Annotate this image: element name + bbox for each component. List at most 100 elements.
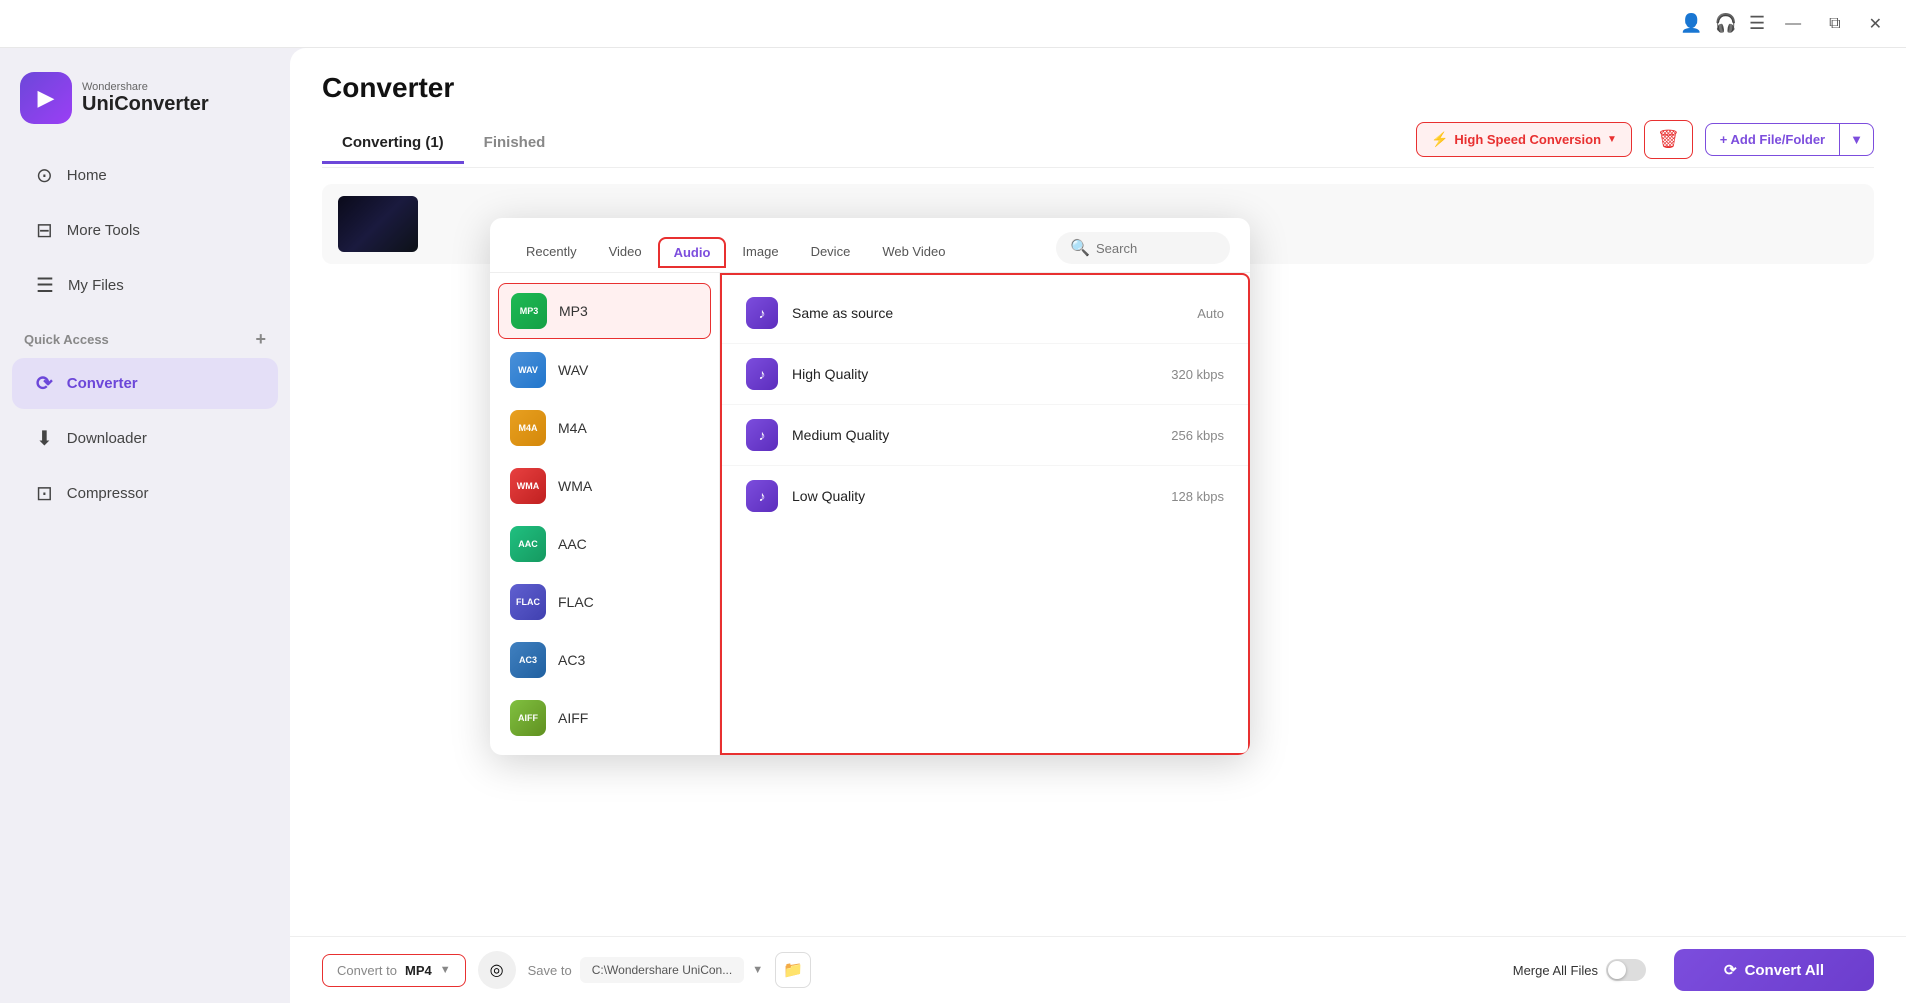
wav-icon: WAV [510, 352, 546, 388]
convert-all-label: Convert All [1745, 962, 1824, 979]
quality-value: 256 kbps [1171, 428, 1224, 443]
dd-tab-device[interactable]: Device [795, 236, 867, 269]
tab-converting[interactable]: Converting (1) [322, 124, 464, 164]
app-logo-icon: ▶ [20, 72, 72, 124]
compressor-icon: ⊡ [36, 481, 53, 506]
format-label: WMA [558, 478, 592, 494]
save-to-box: Save to C:\Wondershare UniCon... ▼ [528, 957, 764, 983]
tabs-right: ⚡ High Speed Conversion ▼ 🗑 + Add File/F… [1416, 120, 1874, 159]
dropdown-body: MP3 MP3 WAV WAV M4A M4A WMA [490, 273, 1250, 755]
format-label: FLAC [558, 594, 594, 610]
format-dropdown: Recently Video Audio Image Device Web Vi… [490, 218, 1250, 755]
downloader-icon: ⬇ [36, 426, 53, 451]
dd-tab-recently[interactable]: Recently [510, 236, 593, 269]
tabs-left: Converting (1) Finished [322, 124, 565, 163]
merge-files-control: Merge All Files [1513, 959, 1646, 981]
convert-all-button[interactable]: ⟳ Convert All [1674, 949, 1874, 991]
sidebar: ▶ Wondershare UniConverter ⊙ Home ⊟ More… [0, 48, 290, 1003]
dd-tab-video[interactable]: Video [593, 236, 658, 269]
ac3-icon: AC3 [510, 642, 546, 678]
sidebar-item-converter[interactable]: ⟳ Converter [12, 358, 278, 409]
wma-icon: WMA [510, 468, 546, 504]
convert-to-label: Convert to [337, 963, 397, 978]
add-file-arrow-icon[interactable]: ▼ [1839, 124, 1873, 155]
browse-folder-button[interactable]: 📁 [775, 952, 811, 988]
aiff-icon: AIFF [510, 700, 546, 736]
headset-icon[interactable]: 🎧 [1715, 13, 1737, 34]
sidebar-item-compressor[interactable]: ⊡ Compressor [12, 468, 278, 519]
profile-icon[interactable]: 👤 [1680, 13, 1702, 34]
sidebar-item-home[interactable]: ⊙ Home [12, 150, 278, 201]
format-label: MP3 [559, 303, 588, 319]
convert-to-arrow-icon: ▼ [440, 964, 451, 976]
high-speed-button[interactable]: ⚡ High Speed Conversion ▼ [1416, 122, 1632, 157]
merge-files-label: Merge All Files [1513, 963, 1598, 978]
quality-value: Auto [1197, 306, 1224, 321]
dd-tab-image[interactable]: Image [726, 236, 794, 269]
quality-item-high[interactable]: ♪ High Quality 320 kbps [722, 344, 1248, 405]
sidebar-item-my-files[interactable]: ☰ My Files [12, 260, 278, 311]
toggle-knob [1608, 961, 1626, 979]
delete-button[interactable]: 🗑 [1644, 120, 1693, 159]
dropdown-tabs: Recently Video Audio Image Device Web Vi… [490, 218, 1250, 273]
converter-icon: ⟳ [36, 371, 53, 396]
file-thumbnail [338, 196, 418, 252]
tabs-bar: Converting (1) Finished ⚡ High Speed Con… [322, 120, 1874, 168]
tab-finished[interactable]: Finished [464, 124, 566, 164]
quality-item-medium[interactable]: ♪ Medium Quality 256 kbps [722, 405, 1248, 466]
menu-icon[interactable]: ☰ [1749, 13, 1765, 34]
dd-tab-web-video[interactable]: Web Video [866, 236, 961, 269]
quality-item-same-as-source[interactable]: ♪ Same as source Auto [722, 283, 1248, 344]
m4a-icon: M4A [510, 410, 546, 446]
format-item-mp3[interactable]: MP3 MP3 [498, 283, 711, 339]
sidebar-item-more-tools[interactable]: ⊟ More Tools [12, 205, 278, 256]
bottom-bar: Convert to MP4 ▼ ◎ Save to C:\Wondershar… [290, 936, 1906, 1003]
sidebar-item-label: Home [67, 167, 107, 184]
sidebar-item-downloader[interactable]: ⬇ Downloader [12, 413, 278, 464]
search-input[interactable] [1096, 241, 1216, 256]
search-box[interactable]: 🔍 [1056, 232, 1230, 264]
add-file-main[interactable]: + Add File/Folder [1706, 124, 1839, 155]
merge-files-toggle[interactable] [1606, 959, 1646, 981]
bolt-icon: ⚡ [1431, 131, 1448, 148]
quality-panel: ♪ Same as source Auto ♪ High Quality 320… [720, 273, 1250, 755]
format-label: AIFF [558, 710, 588, 726]
main-content: Converter Converting (1) Finished ⚡ High… [290, 48, 1906, 1003]
quality-item-low[interactable]: ♪ Low Quality 128 kbps [722, 466, 1248, 526]
save-to-arrow-icon[interactable]: ▼ [752, 964, 763, 976]
quick-access-section: Quick Access + [0, 313, 290, 356]
format-item-ac3[interactable]: AC3 AC3 [490, 631, 719, 689]
format-label: AAC [558, 536, 587, 552]
format-item-wma[interactable]: WMA WMA [490, 457, 719, 515]
save-to-path: C:\Wondershare UniCon... [580, 957, 745, 983]
add-file-button[interactable]: + Add File/Folder ▼ [1705, 123, 1874, 156]
flac-icon: FLAC [510, 584, 546, 620]
convert-to-value: MP4 [405, 963, 432, 978]
format-item-wav[interactable]: WAV WAV [490, 341, 719, 399]
format-item-flac[interactable]: FLAC FLAC [490, 573, 719, 631]
home-icon: ⊙ [36, 163, 53, 188]
logo-sub: Wondershare [82, 81, 209, 93]
sidebar-item-label: More Tools [67, 222, 140, 239]
quality-icon: ♪ [746, 419, 778, 451]
logo-area: ▶ Wondershare UniConverter [0, 64, 290, 148]
convert-to-box[interactable]: Convert to MP4 ▼ [322, 954, 466, 987]
target-settings-button[interactable]: ◎ [478, 951, 516, 989]
format-list: MP3 MP3 WAV WAV M4A M4A WMA [490, 273, 720, 755]
quality-label: Same as source [792, 305, 1183, 321]
more-tools-icon: ⊟ [36, 218, 53, 243]
maximize-button[interactable]: ⧉ [1821, 11, 1848, 37]
dd-tab-audio[interactable]: Audio [658, 237, 727, 268]
quick-access-add[interactable]: + [255, 329, 266, 350]
format-label: WAV [558, 362, 588, 378]
close-button[interactable]: ✕ [1861, 10, 1890, 38]
format-item-aac[interactable]: AAC AAC [490, 515, 719, 573]
convert-all-icon: ⟳ [1724, 961, 1737, 979]
format-item-aiff[interactable]: AIFF AIFF [490, 689, 719, 747]
minimize-button[interactable]: — [1777, 11, 1809, 37]
logo-text: Wondershare UniConverter [82, 81, 209, 116]
format-item-m4a[interactable]: M4A M4A [490, 399, 719, 457]
quality-label: Medium Quality [792, 427, 1157, 443]
aac-icon: AAC [510, 526, 546, 562]
app-body: ▶ Wondershare UniConverter ⊙ Home ⊟ More… [0, 48, 1906, 1003]
